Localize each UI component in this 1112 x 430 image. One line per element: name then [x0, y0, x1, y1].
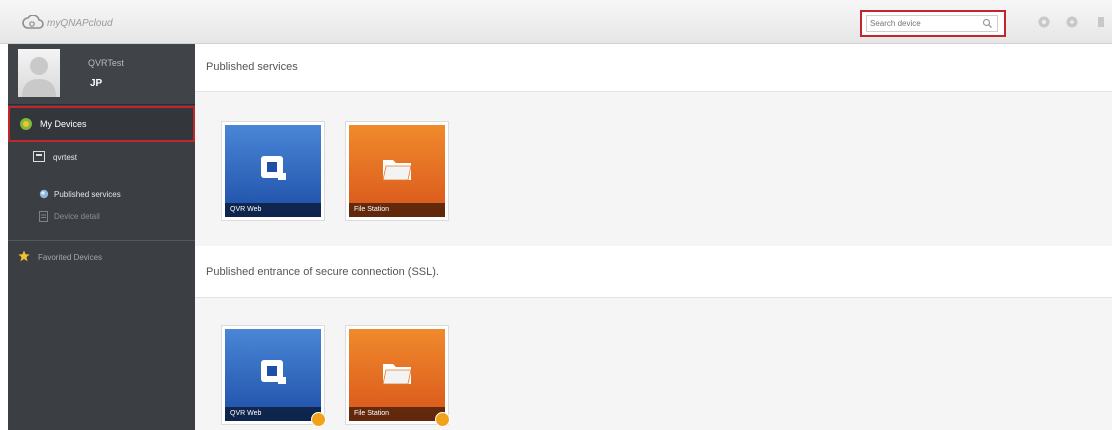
nas-device-icon [33, 151, 45, 162]
favorited-devices-label: Favorited Devices [38, 253, 103, 262]
sidebar-divider [8, 240, 195, 241]
published-services-label: Published services [54, 190, 121, 199]
service-tile-qvr-web[interactable]: QVR Web [221, 121, 325, 221]
search-field[interactable] [866, 15, 998, 32]
folder-icon [382, 364, 412, 385]
favorited-devices-item[interactable]: Favorited Devices [8, 244, 195, 270]
user-role-icon: JP [90, 78, 103, 89]
ssl-lock-icon [311, 412, 326, 427]
user-silhouette-icon [22, 57, 56, 97]
cloud-logo-icon [22, 15, 44, 29]
qvr-icon [261, 360, 286, 384]
sidebar-item-device-detail[interactable]: Device detail [8, 206, 195, 228]
search-icon[interactable] [982, 18, 993, 29]
top-bar: myQNAPcloud [0, 0, 1112, 44]
folder-icon [382, 160, 412, 181]
more-icon[interactable] [1094, 14, 1110, 30]
user-profile: QVRTest JP [8, 44, 195, 105]
ssl-service-tile-file-station[interactable]: File Station [345, 325, 450, 427]
tile-face: File Station [349, 125, 445, 217]
my-devices-item[interactable]: My Devices [8, 106, 195, 142]
username: QVRTest [88, 58, 124, 68]
avatar[interactable] [18, 49, 60, 97]
section-header-published-services: Published services [195, 44, 1112, 92]
ssl-service-tile-qvr-web[interactable]: QVR Web [221, 325, 326, 427]
section-title: Published entrance of secure connection … [206, 266, 439, 278]
help-icon[interactable] [1064, 14, 1080, 30]
section-title: Published services [206, 61, 298, 73]
tile-label: File Station [349, 203, 445, 217]
sidebar: QVRTest JP My Devices qvrtest Published … [8, 44, 195, 430]
tile-face: File Station [349, 329, 445, 421]
search-input[interactable] [867, 16, 978, 31]
logo-text: myQNAPcloud [47, 17, 113, 29]
devices-globe-icon [20, 118, 32, 130]
published-services-icon [39, 189, 49, 199]
settings-icon[interactable] [1036, 14, 1052, 30]
main-content: Published services QVR Web File Station [195, 44, 1112, 430]
services-tile-area: QVR Web File Station [195, 92, 1112, 246]
tile-label: QVR Web [225, 203, 321, 217]
device-name: qvrtest [53, 153, 78, 162]
ssl-tile-area: QVR Web File Station [195, 298, 1112, 430]
qvr-icon [261, 156, 286, 180]
sidebar-item-published-services[interactable]: Published services [8, 184, 195, 206]
tile-face: QVR Web [225, 329, 321, 421]
service-tile-file-station[interactable]: File Station [345, 121, 449, 221]
ssl-lock-icon [435, 412, 450, 427]
myqnapcloud-logo[interactable]: myQNAPcloud [22, 14, 113, 32]
star-icon [18, 250, 30, 262]
tile-label: File Station [349, 407, 445, 421]
search-highlight [860, 10, 1006, 37]
device-item-qvrtest[interactable]: qvrtest [8, 144, 195, 170]
device-detail-label: Device detail [54, 212, 100, 221]
tile-face: QVR Web [225, 125, 321, 217]
tile-label: QVR Web [225, 407, 321, 421]
document-icon [39, 211, 48, 222]
section-header-ssl-entrance: Published entrance of secure connection … [195, 246, 1112, 298]
my-devices-label: My Devices [40, 119, 87, 129]
